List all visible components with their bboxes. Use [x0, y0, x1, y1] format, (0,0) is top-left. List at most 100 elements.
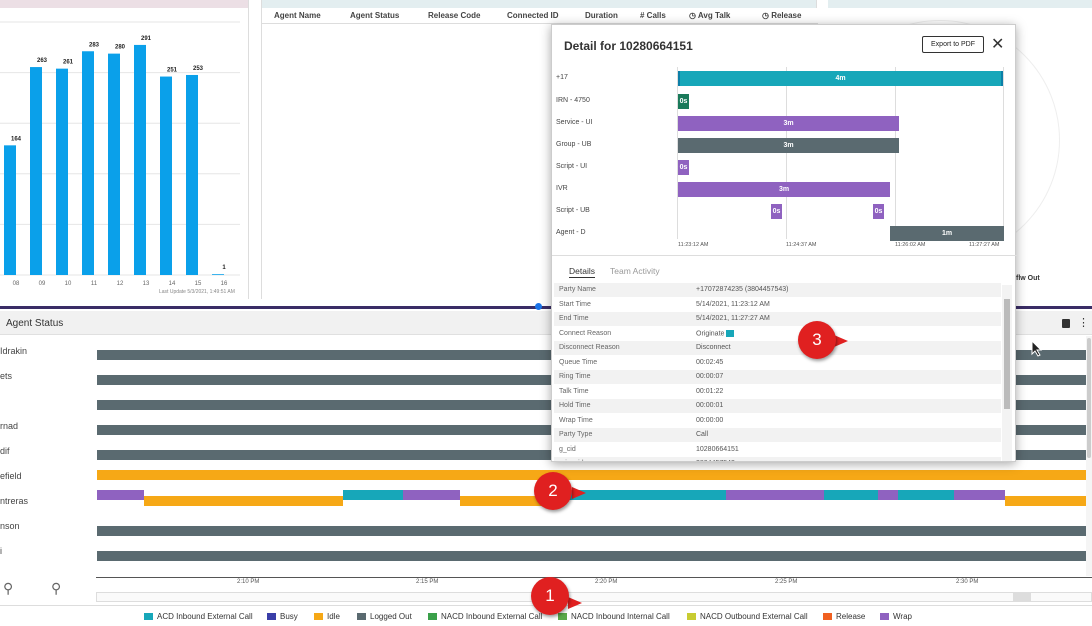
col-release-code[interactable]: Release Code — [428, 11, 480, 20]
chart-bar[interactable] — [56, 68, 68, 275]
status-bar-idle[interactable] — [144, 496, 343, 506]
details-row: Ring Time 00:00:07 — [554, 370, 1001, 385]
annotation-badge-3: 3 — [798, 321, 836, 359]
legend-swatch — [687, 613, 696, 620]
legend-item[interactable]: Release — [823, 612, 865, 621]
chart-bar[interactable] — [186, 74, 198, 275]
col-agent-name[interactable]: Agent Name — [274, 11, 321, 20]
status-bar-acd[interactable] — [343, 490, 403, 500]
timeline-tick: 11:26:02 AM — [895, 242, 926, 248]
status-bar-wrap[interactable] — [878, 490, 898, 500]
details-key: Connect Reason — [559, 329, 612, 337]
status-bar-wrap[interactable] — [403, 490, 460, 500]
details-key: Start Time — [559, 300, 591, 308]
timeline-bar[interactable]: 0s — [771, 204, 782, 219]
legend-label: NACD Outbound External Call — [700, 612, 808, 621]
details-scroll-thumb[interactable] — [1004, 299, 1010, 409]
tab-team-activity[interactable]: Team Activity — [610, 266, 660, 276]
legend-item[interactable]: Busy — [267, 612, 298, 621]
status-bar-wrap[interactable] — [97, 490, 144, 500]
timeline-bar[interactable]: 4m — [678, 71, 1003, 86]
col-calls[interactable]: # Calls — [640, 11, 666, 20]
status-bar-acd[interactable] — [824, 490, 878, 500]
legend-label: NACD Inbound External Call — [441, 612, 543, 621]
legend-item[interactable]: Logged Out — [357, 612, 412, 621]
col-duration[interactable]: Duration — [585, 11, 618, 20]
timeline-scroll-thumb[interactable] — [1013, 593, 1031, 601]
chart-data-label: 261 — [63, 60, 74, 66]
status-bar-wrap[interactable] — [954, 490, 1005, 500]
details-value: +17072874235 (3804457543) — [696, 286, 789, 293]
col-avg-talk[interactable]: ◷ Avg Talk — [689, 11, 730, 20]
close-icon[interactable]: ✕ — [991, 34, 1004, 54]
legend-swatch — [357, 613, 366, 620]
details-key: Party Type — [559, 431, 593, 438]
details-value: Originate — [696, 329, 735, 337]
timeline-bar[interactable]: 3m — [678, 138, 899, 153]
legend-item[interactable]: NACD Inbound External Call — [428, 612, 542, 621]
timeline-row-label: +17 — [556, 74, 568, 81]
timeline-bar[interactable]: 1m — [890, 226, 1004, 241]
chart-data-label: 253 — [193, 66, 204, 72]
timeline-row-label: IVR — [556, 185, 568, 192]
legend-item[interactable]: ACD Inbound External Call — [144, 612, 253, 621]
chart-bar[interactable] — [160, 76, 172, 275]
more-vert-icon[interactable]: ⋮ — [1078, 318, 1089, 329]
annotation-badge-1: 1 — [531, 577, 569, 615]
dialog-title: Detail for 10280664151 — [564, 39, 693, 53]
agent-row-name: i — [0, 546, 2, 556]
timeline-bar[interactable]: 0s — [678, 94, 689, 109]
zoom-in-icon[interactable]: ⚲ — [51, 580, 61, 597]
chart-bar[interactable] — [30, 67, 42, 275]
status-bar-idle[interactable] — [1005, 496, 1086, 506]
legend-swatch — [144, 613, 153, 620]
chart-bar[interactable] — [212, 274, 224, 275]
chart-tick-label: 14 — [169, 281, 176, 287]
details-key: End Time — [559, 315, 589, 322]
chart-tick-label: 12 — [117, 281, 124, 287]
export-pdf-button[interactable]: Export to PDF — [922, 36, 984, 53]
chart-bar[interactable] — [108, 53, 120, 275]
chart-data-label: 280 — [115, 45, 126, 51]
timeline-bar[interactable]: 3m — [678, 116, 899, 131]
agent-status-scroll-thumb[interactable] — [1087, 338, 1091, 458]
chart-bar[interactable] — [4, 145, 16, 275]
legend-item[interactable]: NACD Outbound External Call — [687, 612, 808, 621]
details-key: Party Name — [559, 286, 596, 293]
connect-color-swatch — [726, 329, 735, 337]
details-value: 00:00:01 — [696, 402, 724, 409]
legend-item[interactable]: NACD Inbound Internal Call — [558, 612, 670, 621]
time-axis — [96, 577, 1092, 578]
divider-handle[interactable] — [535, 303, 542, 310]
zoom-out-icon[interactable]: ⚲ — [3, 580, 13, 597]
col-connected-id[interactable]: Connected ID — [507, 11, 559, 20]
timeline-bar[interactable]: 0s — [873, 204, 884, 219]
status-bar-logged-out[interactable] — [97, 551, 1086, 561]
details-value: 00:00:00 — [696, 416, 724, 424]
tab-details[interactable]: Details — [569, 266, 595, 278]
legend-swatch — [558, 613, 567, 620]
legend-swatch — [823, 613, 832, 620]
right-panel-header — [828, 0, 1092, 8]
status-bar-wrap[interactable] — [726, 490, 824, 500]
col-release[interactable]: ◷ Release — [762, 11, 801, 20]
status-bar-acd[interactable] — [898, 490, 954, 500]
status-bar-logged-out[interactable] — [97, 526, 1086, 536]
timeline-tick: 11:24:37 AM — [786, 242, 817, 248]
timeline-row-label: Agent - D — [556, 229, 586, 236]
trash-icon[interactable] — [1062, 319, 1070, 328]
flow-out-label: flw Out — [1016, 275, 1040, 282]
timeline-bar[interactable]: 0s — [678, 160, 689, 175]
timeline-row-label: Service - UI — [556, 119, 593, 126]
time-tick: 2:15 PM — [416, 579, 439, 585]
legend-item[interactable]: Wrap — [880, 612, 912, 621]
chart-bar[interactable] — [134, 44, 146, 275]
chart-data-label: 291 — [141, 36, 152, 42]
col-agent-status[interactable]: Agent Status — [350, 11, 399, 20]
chart-bar[interactable] — [82, 51, 94, 275]
status-bar-idle[interactable] — [97, 470, 1086, 480]
timeline-bar[interactable]: 3m — [678, 182, 890, 197]
timeline-scrollbar[interactable] — [96, 592, 1092, 602]
details-row: Wrap Time 00:00:00 — [554, 414, 1001, 428]
legend-item[interactable]: Idle — [314, 612, 340, 621]
